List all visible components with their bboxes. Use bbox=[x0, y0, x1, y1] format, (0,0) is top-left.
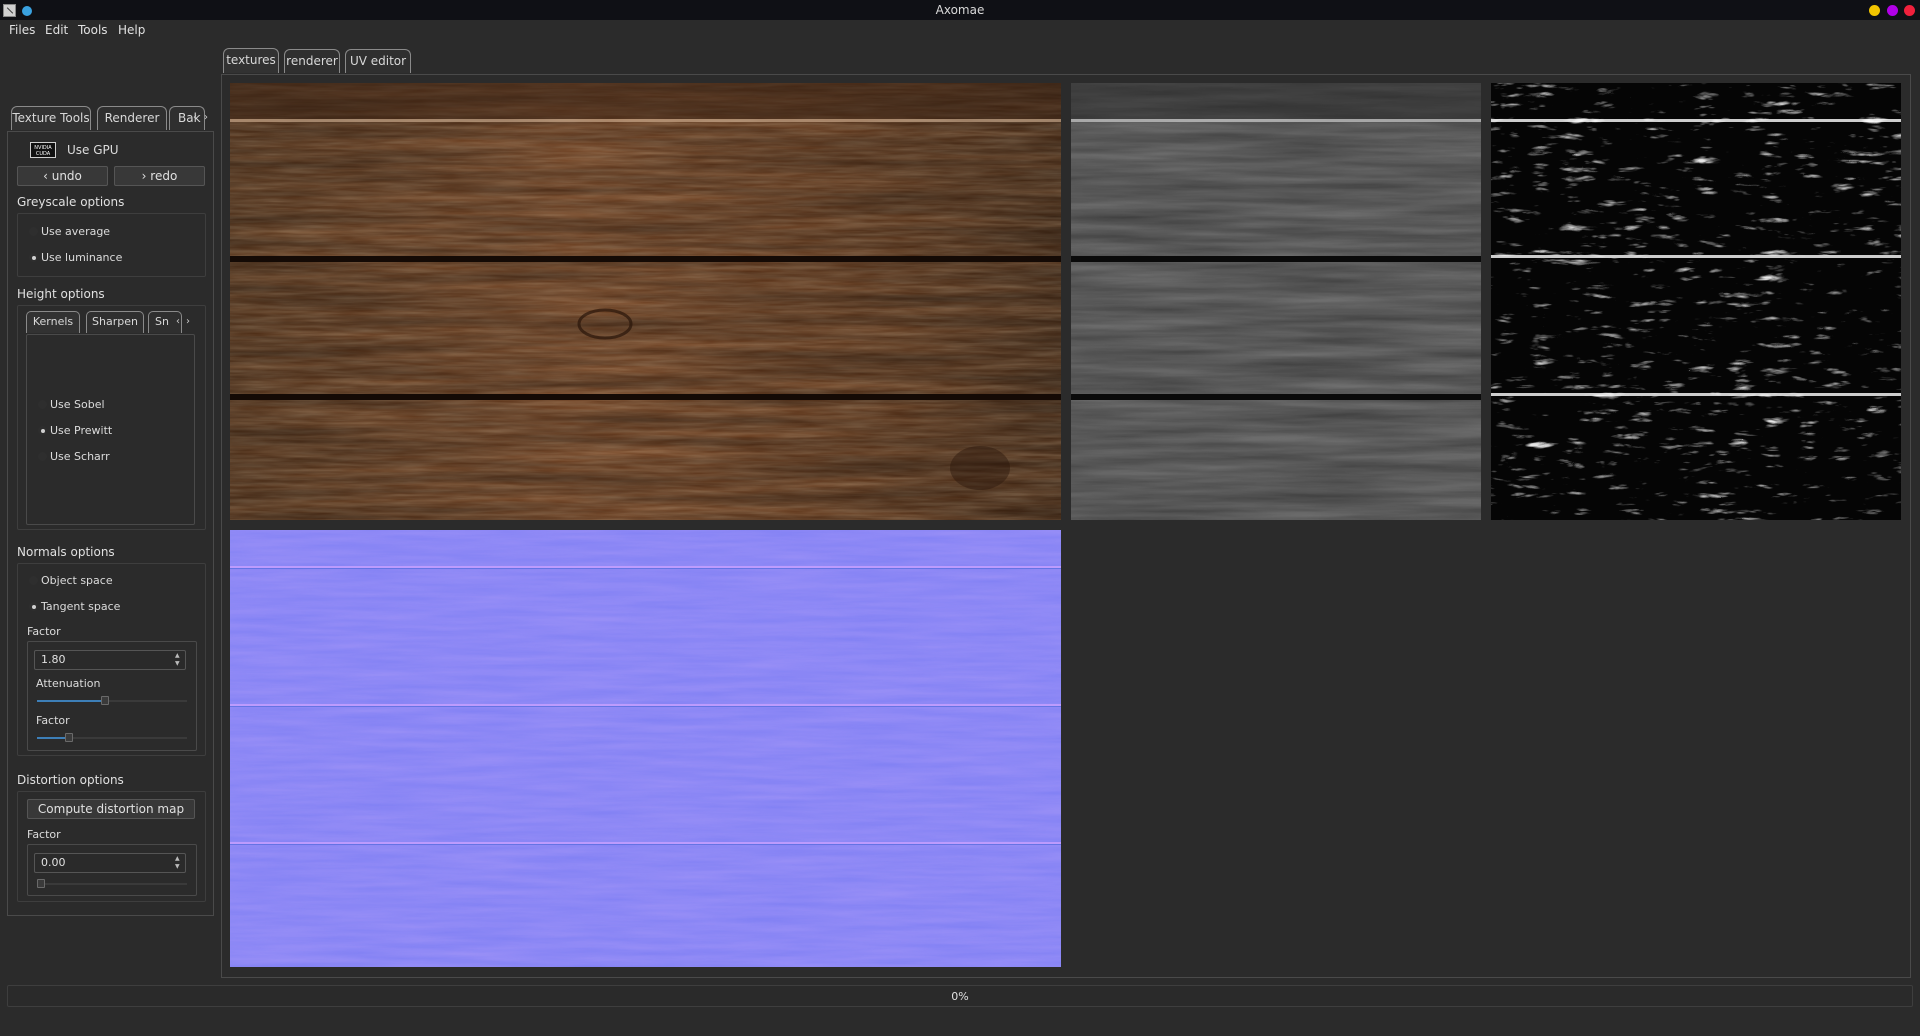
radio-label: Use luminance bbox=[41, 251, 123, 264]
maximize-button[interactable] bbox=[1887, 5, 1898, 16]
radio-indicator bbox=[38, 452, 47, 461]
radio-indicator bbox=[29, 576, 38, 585]
spinbox-value: 1.80 bbox=[41, 653, 66, 666]
tab-scroll-right-icon[interactable]: › bbox=[200, 108, 212, 128]
distortion-factor-label: Factor bbox=[27, 828, 61, 841]
factor-slider[interactable] bbox=[37, 733, 187, 743]
window-title: Axomae bbox=[935, 3, 985, 17]
title-bar: Axomae bbox=[0, 0, 1920, 20]
radio-indicator bbox=[29, 602, 38, 611]
tab-kernels[interactable]: Kernels bbox=[26, 311, 80, 333]
redo-button[interactable]: › redo bbox=[114, 166, 205, 186]
radio-label: Use average bbox=[41, 225, 111, 238]
slider-handle[interactable] bbox=[65, 733, 73, 742]
normals-title: Normals options bbox=[17, 545, 115, 559]
radio-indicator bbox=[38, 426, 47, 435]
close-button[interactable] bbox=[1904, 5, 1915, 16]
spinbox-arrows-icon[interactable]: ▲ ▼ bbox=[175, 652, 183, 668]
tab-texture-tools[interactable]: Texture Tools bbox=[11, 106, 91, 130]
slider-track bbox=[37, 883, 187, 885]
undo-label: undo bbox=[51, 169, 82, 183]
height-map-texture[interactable] bbox=[1491, 83, 1901, 520]
chevron-left-icon: ‹ bbox=[43, 169, 52, 183]
distortion-factor-spinbox[interactable]: 0.00 ▲ ▼ bbox=[34, 853, 186, 873]
attenuation-slider[interactable] bbox=[37, 696, 187, 706]
greyscale-texture[interactable] bbox=[1071, 83, 1481, 520]
slider-factor-label: Factor bbox=[36, 714, 70, 727]
menu-edit[interactable]: Edit bbox=[43, 22, 70, 38]
distortion-slider[interactable] bbox=[37, 879, 187, 889]
spinbox-arrows-icon[interactable]: ▲ ▼ bbox=[175, 855, 183, 871]
slider-fill bbox=[37, 700, 105, 702]
tab-textures[interactable]: textures bbox=[223, 48, 279, 73]
menu-tools[interactable]: Tools bbox=[76, 22, 110, 38]
height-title: Height options bbox=[17, 287, 105, 301]
use-gpu-label: Use GPU bbox=[67, 143, 119, 157]
greyscale-title: Greyscale options bbox=[17, 195, 125, 209]
tab-renderer-view[interactable]: renderer bbox=[284, 49, 340, 73]
chevron-right-icon: › bbox=[141, 169, 151, 183]
spinbox-value: 0.00 bbox=[41, 856, 66, 869]
radio-indicator bbox=[29, 253, 38, 262]
attenuation-label: Attenuation bbox=[36, 677, 101, 690]
tool-tabs: Texture Tools Renderer Bak ‹ › bbox=[7, 106, 214, 132]
slider-handle[interactable] bbox=[101, 696, 109, 705]
redo-label: redo bbox=[150, 169, 178, 183]
tab-sharpen[interactable]: Sharpen bbox=[86, 311, 144, 333]
normal-map-texture[interactable] bbox=[230, 530, 1061, 967]
greyscale-group bbox=[17, 213, 206, 277]
tab-scroll-right-icon[interactable]: › bbox=[182, 312, 194, 332]
radio-label: Use Sobel bbox=[50, 398, 105, 411]
normals-factor-spinbox[interactable]: 1.80 ▲ ▼ bbox=[34, 650, 186, 670]
height-tabs: Kernels Sharpen Sn ‹ › bbox=[26, 311, 196, 335]
undo-button[interactable]: ‹ undo bbox=[17, 166, 108, 186]
distortion-title: Distortion options bbox=[17, 773, 124, 787]
diffuse-texture[interactable] bbox=[230, 83, 1061, 520]
menu-help[interactable]: Help bbox=[116, 22, 147, 38]
compute-distortion-button[interactable]: Compute distortion map bbox=[27, 799, 195, 819]
slider-handle[interactable] bbox=[37, 879, 45, 888]
main-tabs: textures renderer UV editor bbox=[221, 48, 441, 74]
radio-indicator bbox=[38, 400, 47, 409]
menu-files[interactable]: Files bbox=[7, 22, 37, 38]
tab-renderer[interactable]: Renderer bbox=[97, 106, 167, 130]
use-gpu-toggle[interactable]: NVIDIA CUDA Use GPU bbox=[23, 142, 163, 158]
tab-uv-editor[interactable]: UV editor bbox=[345, 49, 411, 73]
cuda-icon: NVIDIA CUDA bbox=[30, 142, 56, 158]
radio-label: Use Prewitt bbox=[50, 424, 113, 437]
normals-factor-label: Factor bbox=[27, 625, 61, 638]
radio-label: Tangent space bbox=[41, 600, 121, 613]
progress-bar: 0% bbox=[7, 985, 1913, 1007]
radio-label: Object space bbox=[41, 574, 113, 587]
minimize-button[interactable] bbox=[1869, 5, 1880, 16]
progress-text: 0% bbox=[951, 990, 969, 1003]
radio-label: Use Scharr bbox=[50, 450, 110, 463]
radio-indicator bbox=[29, 227, 38, 236]
menu-bar: Files Edit Tools Help bbox=[0, 20, 1920, 40]
